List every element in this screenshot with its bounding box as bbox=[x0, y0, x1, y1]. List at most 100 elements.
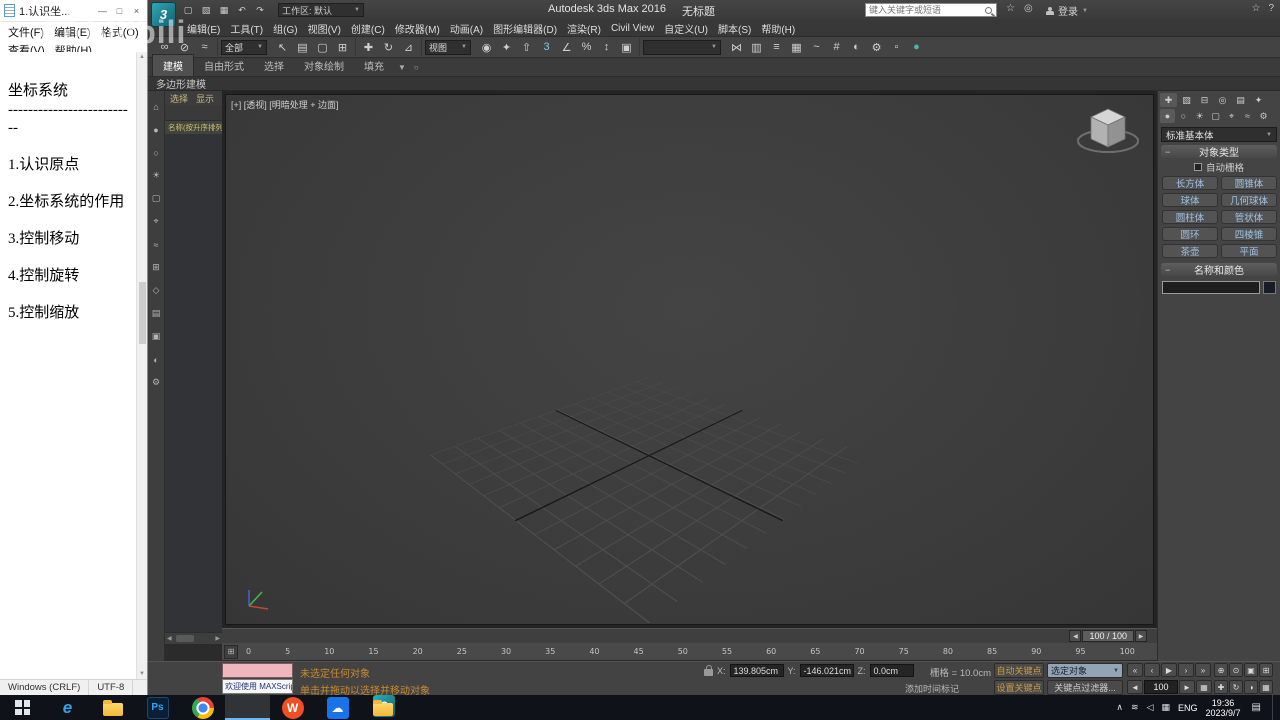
se-xref-filter-icon[interactable]: ◇ bbox=[149, 279, 164, 302]
ribbon-tab-object-paint[interactable]: 对象绘制 bbox=[294, 55, 354, 76]
scene-explorer-search-row[interactable] bbox=[165, 105, 222, 121]
named-selection-sets-dropdown[interactable]: ▼ bbox=[643, 39, 721, 55]
explorer-menu-select[interactable]: 选择 bbox=[170, 92, 188, 105]
auto-key-button[interactable]: 自动关键点 bbox=[994, 663, 1044, 678]
y-coordinate-field[interactable]: -146.021cm bbox=[799, 664, 854, 677]
plane-button[interactable]: 平面 bbox=[1221, 244, 1277, 258]
scene-explorer-list[interactable] bbox=[165, 134, 222, 632]
time-configuration-button[interactable]: ▦ bbox=[1196, 680, 1212, 694]
se-spacewarps-filter-icon[interactable]: ≈ bbox=[149, 233, 164, 256]
ribbon-help-icon[interactable]: ○ bbox=[410, 59, 423, 76]
orbit-icon[interactable]: ↻ bbox=[1229, 680, 1243, 694]
lock-selection-icon[interactable] bbox=[704, 665, 713, 676]
network-icon[interactable]: ≋ bbox=[1131, 702, 1139, 713]
zoom-extents-all-icon[interactable]: ⊞ bbox=[1259, 663, 1273, 677]
workspace-dropdown[interactable]: 工作区: 默认 ▼ bbox=[278, 3, 364, 17]
key-mode-toggle-button[interactable]: ◄ bbox=[1127, 680, 1143, 694]
menu-animation[interactable]: 动画(A) bbox=[445, 21, 488, 36]
lights-category-icon[interactable]: ☀ bbox=[1192, 109, 1207, 123]
se-find-icon[interactable]: ⌂ bbox=[149, 95, 164, 118]
edit-named-selection-sets-icon[interactable]: ▣ bbox=[617, 38, 636, 56]
notepad-scrollbar[interactable]: ▲ ▼ bbox=[136, 52, 147, 679]
open-mini-curve-editor-button[interactable]: ⊞ bbox=[224, 644, 238, 659]
communication-center-icon[interactable]: ◎ bbox=[1024, 3, 1033, 14]
application-menu-button[interactable]: 3 bbox=[151, 2, 176, 27]
menu-edit[interactable]: 编辑(E) bbox=[182, 21, 225, 36]
selected-objects-filter-dropdown[interactable]: 选定对象 ▼ bbox=[1047, 663, 1123, 678]
layer-manager-icon[interactable]: ≡ bbox=[767, 38, 786, 56]
ribbon-tab-freeform[interactable]: 自由形式 bbox=[194, 55, 254, 76]
ribbon-tab-populate[interactable]: 填充 bbox=[354, 55, 394, 76]
help-icon[interactable]: ? bbox=[1268, 3, 1274, 14]
material-editor-icon[interactable]: ◐ bbox=[847, 38, 866, 56]
se-geometry-filter-icon[interactable]: ● bbox=[149, 118, 164, 141]
3dsmax-titlebar[interactable]: 3 ▢ ▧ ▦ ↶ ↷ 工作区: 默认 ▼ Autodesk 3ds Max 2016 … bbox=[148, 0, 1280, 27]
menu-group[interactable]: 组(G) bbox=[268, 21, 302, 36]
x-coordinate-field[interactable]: 139.805cm bbox=[729, 664, 784, 677]
volume-icon[interactable]: ◁ bbox=[1147, 702, 1154, 713]
schematic-view-icon[interactable]: # bbox=[827, 38, 846, 56]
display-tab-icon[interactable]: ▤ bbox=[1232, 93, 1249, 107]
minimize-button[interactable]: — bbox=[94, 6, 111, 16]
menu-rendering[interactable]: 渲染(R) bbox=[562, 21, 606, 36]
select-and-manipulate-icon[interactable]: ✦ bbox=[497, 38, 516, 56]
save-file-icon[interactable]: ▦ bbox=[216, 3, 232, 17]
ribbon-tab-selection[interactable]: 选择 bbox=[254, 55, 294, 76]
maxscript-mini-listener[interactable]: 欢迎使用 MAXScript bbox=[222, 679, 293, 694]
use-pivot-point-center-icon[interactable]: ◉ bbox=[477, 38, 496, 56]
mirror-icon[interactable]: ⋈ bbox=[727, 38, 746, 56]
taskbar-wps-icon[interactable]: W bbox=[281, 696, 304, 719]
taskbar-cloud-app-icon[interactable]: ☁ bbox=[326, 696, 349, 719]
autogrid-checkbox[interactable] bbox=[1193, 163, 1202, 171]
name-column-header[interactable]: 名称(按升序排列) bbox=[165, 121, 222, 134]
rendered-frame-window-icon[interactable]: ▫ bbox=[887, 38, 906, 56]
motion-tab-icon[interactable]: ◎ bbox=[1214, 93, 1231, 107]
menu-tools[interactable]: 工具(T) bbox=[225, 21, 268, 36]
notepad-text-area[interactable]: 坐标系统 ------------------------ -- 1.认识原点 2.坐标… bbox=[0, 52, 147, 679]
previous-frame-arrow[interactable]: ◀ bbox=[1069, 630, 1082, 642]
action-center-icon[interactable]: ▤ bbox=[1249, 702, 1264, 713]
hierarchy-tab-icon[interactable]: ⊟ bbox=[1196, 93, 1213, 107]
space-warps-category-icon[interactable]: ≈ bbox=[1240, 109, 1255, 123]
shapes-category-icon[interactable]: ○ bbox=[1176, 109, 1191, 123]
polygon-modeling-panel-label[interactable]: 多边形建模 bbox=[148, 76, 206, 91]
taskbar-edge-icon[interactable]: e bbox=[57, 697, 79, 719]
new-scene-icon[interactable]: ▢ bbox=[180, 3, 196, 17]
se-cameras-filter-icon[interactable]: ▢ bbox=[149, 187, 164, 210]
hscrollbar-thumb[interactable] bbox=[176, 635, 194, 642]
favorites-icon[interactable]: ☆ bbox=[1006, 3, 1015, 14]
object-class-dropdown[interactable]: 标准基本体 ▼ bbox=[1161, 127, 1277, 142]
maxscript-macro-recorder[interactable] bbox=[222, 663, 293, 678]
favorites-icon[interactable]: ☆ bbox=[1251, 3, 1260, 14]
viewcube[interactable] bbox=[1075, 101, 1143, 165]
se-groups-filter-icon[interactable]: ⊞ bbox=[149, 256, 164, 279]
scroll-right-icon[interactable]: ▶ bbox=[215, 635, 220, 642]
object-color-swatch[interactable] bbox=[1263, 281, 1276, 294]
next-key-button[interactable]: ► bbox=[1179, 680, 1195, 694]
taskbar-photoshop-icon[interactable]: Ps bbox=[146, 696, 169, 719]
se-lights-filter-icon[interactable]: ☀ bbox=[149, 164, 164, 187]
menu-graph-editors[interactable]: 图形编辑器(D) bbox=[488, 21, 562, 36]
previous-frame-button[interactable]: ‹ bbox=[1144, 663, 1160, 677]
go-to-end-button[interactable]: » bbox=[1195, 663, 1211, 677]
scroll-down-icon[interactable]: ▼ bbox=[137, 669, 147, 679]
ribbon-minimize-icon[interactable]: ▼ bbox=[394, 59, 410, 76]
menu-scripting[interactable]: 脚本(S) bbox=[713, 21, 756, 36]
systems-category-icon[interactable]: ⚙ bbox=[1256, 109, 1271, 123]
key-filters-button[interactable]: 关键点过滤器... bbox=[1047, 680, 1123, 695]
search-icon[interactable] bbox=[985, 6, 992, 14]
name-and-color-rollout[interactable]: − 名称和颜色 bbox=[1161, 263, 1277, 277]
object-type-rollout[interactable]: − 对象类型 bbox=[1161, 145, 1277, 159]
zoom-extents-icon[interactable]: ▣ bbox=[1244, 663, 1258, 677]
set-key-button[interactable]: 设置关键点 bbox=[994, 680, 1044, 695]
add-time-tag[interactable]: 添加时间标记 bbox=[905, 682, 959, 695]
se-settings-icon[interactable]: ⚙ bbox=[149, 371, 164, 394]
taskbar-explorer-icon[interactable] bbox=[102, 697, 124, 719]
ribbon-toggle-icon[interactable]: ▦ bbox=[787, 38, 806, 56]
selection-filter-dropdown[interactable]: 全部 ▼ bbox=[221, 39, 267, 55]
language-indicator[interactable]: ENG bbox=[1178, 703, 1198, 713]
scene-explorer-hscrollbar[interactable]: ◀ ▶ bbox=[165, 632, 222, 644]
play-button[interactable]: ▶ bbox=[1161, 663, 1177, 677]
infocenter-search[interactable] bbox=[865, 3, 997, 17]
next-frame-button[interactable]: › bbox=[1178, 663, 1194, 677]
